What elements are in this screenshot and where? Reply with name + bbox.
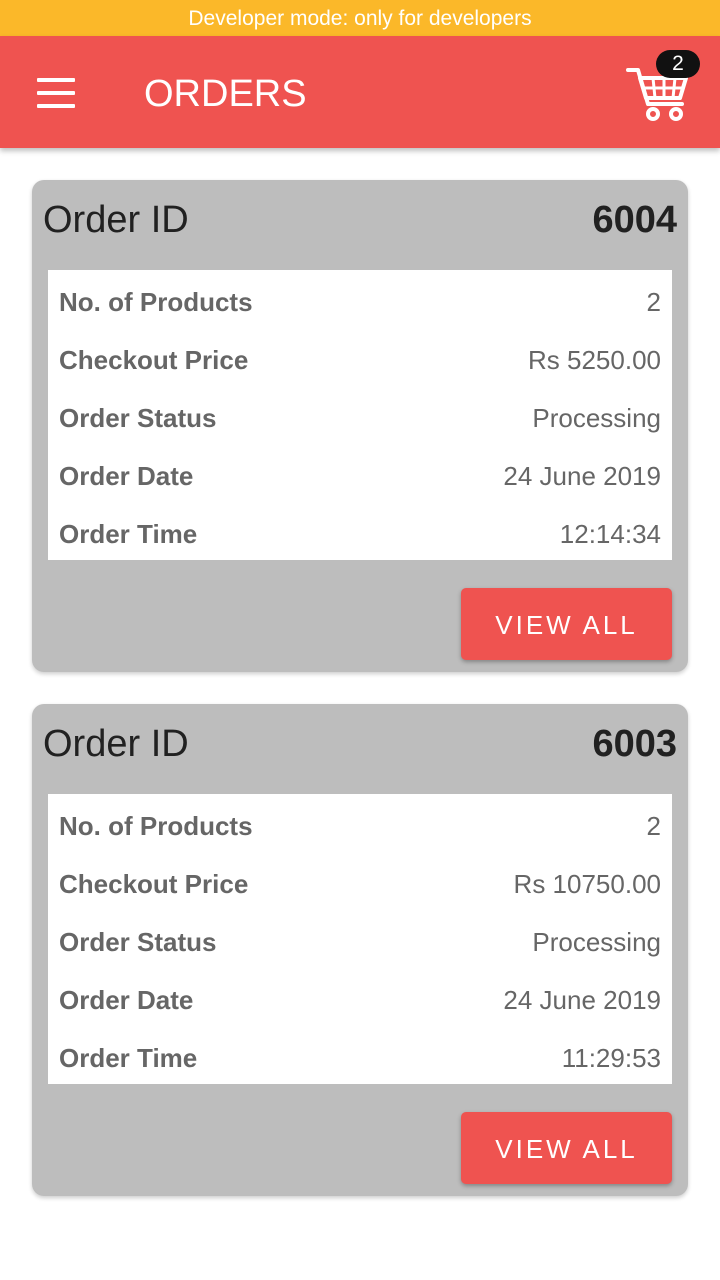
order-id-value: 6004: [592, 199, 677, 241]
cart-count-badge: 2: [656, 50, 700, 78]
detail-label: Order Time: [59, 519, 198, 549]
view-all-button[interactable]: VIEW ALL: [461, 588, 672, 660]
detail-label: Order Status: [59, 403, 217, 433]
detail-value: Processing: [532, 403, 661, 433]
detail-row-price: Checkout Price Rs 5250.00: [48, 330, 672, 388]
order-id-label: Order ID: [43, 723, 189, 765]
order-card: Order ID 6003 No. of Products 2 Checkout…: [32, 704, 688, 1196]
detail-value: 11:29:53: [561, 1043, 661, 1073]
view-all-button[interactable]: VIEW ALL: [461, 1112, 672, 1184]
detail-value: 2: [646, 811, 661, 841]
detail-label: Checkout Price: [59, 869, 249, 899]
detail-label: Order Time: [59, 1043, 198, 1073]
detail-value: 24 June 2019: [503, 985, 661, 1015]
app-bar: ORDERS 2: [0, 36, 720, 148]
detail-row-time: Order Time 11:29:53: [48, 1028, 672, 1086]
order-details: No. of Products 2 Checkout Price Rs 1075…: [48, 794, 672, 1084]
detail-label: No. of Products: [59, 287, 253, 317]
detail-row-price: Checkout Price Rs 10750.00: [48, 854, 672, 912]
detail-row-status: Order Status Processing: [48, 912, 672, 970]
detail-row-time: Order Time 12:14:34: [48, 504, 672, 562]
detail-row-date: Order Date 24 June 2019: [48, 970, 672, 1028]
detail-label: Order Date: [59, 985, 194, 1015]
detail-value: Processing: [532, 927, 661, 957]
cart-button[interactable]: 2: [622, 50, 702, 128]
detail-label: Order Status: [59, 927, 217, 957]
detail-row-products: No. of Products 2: [48, 272, 672, 330]
detail-row-products: No. of Products 2: [48, 796, 672, 854]
order-card: Order ID 6004 No. of Products 2 Checkout…: [32, 180, 688, 672]
order-details: No. of Products 2 Checkout Price Rs 5250…: [48, 270, 672, 560]
detail-value: 24 June 2019: [503, 461, 661, 491]
hamburger-menu-icon[interactable]: [37, 78, 75, 108]
order-id-value: 6003: [592, 723, 677, 765]
detail-label: Checkout Price: [59, 345, 249, 375]
detail-value: Rs 5250.00: [528, 345, 661, 375]
order-id-label: Order ID: [43, 199, 189, 241]
detail-label: Order Date: [59, 461, 194, 491]
developer-mode-banner: Developer mode: only for developers: [0, 0, 720, 36]
page-title: ORDERS: [144, 73, 307, 115]
detail-value: 12:14:34: [559, 519, 661, 549]
detail-value: 2: [646, 287, 661, 317]
detail-row-date: Order Date 24 June 2019: [48, 446, 672, 504]
detail-value: Rs 10750.00: [513, 869, 661, 899]
detail-row-status: Order Status Processing: [48, 388, 672, 446]
detail-label: No. of Products: [59, 811, 253, 841]
